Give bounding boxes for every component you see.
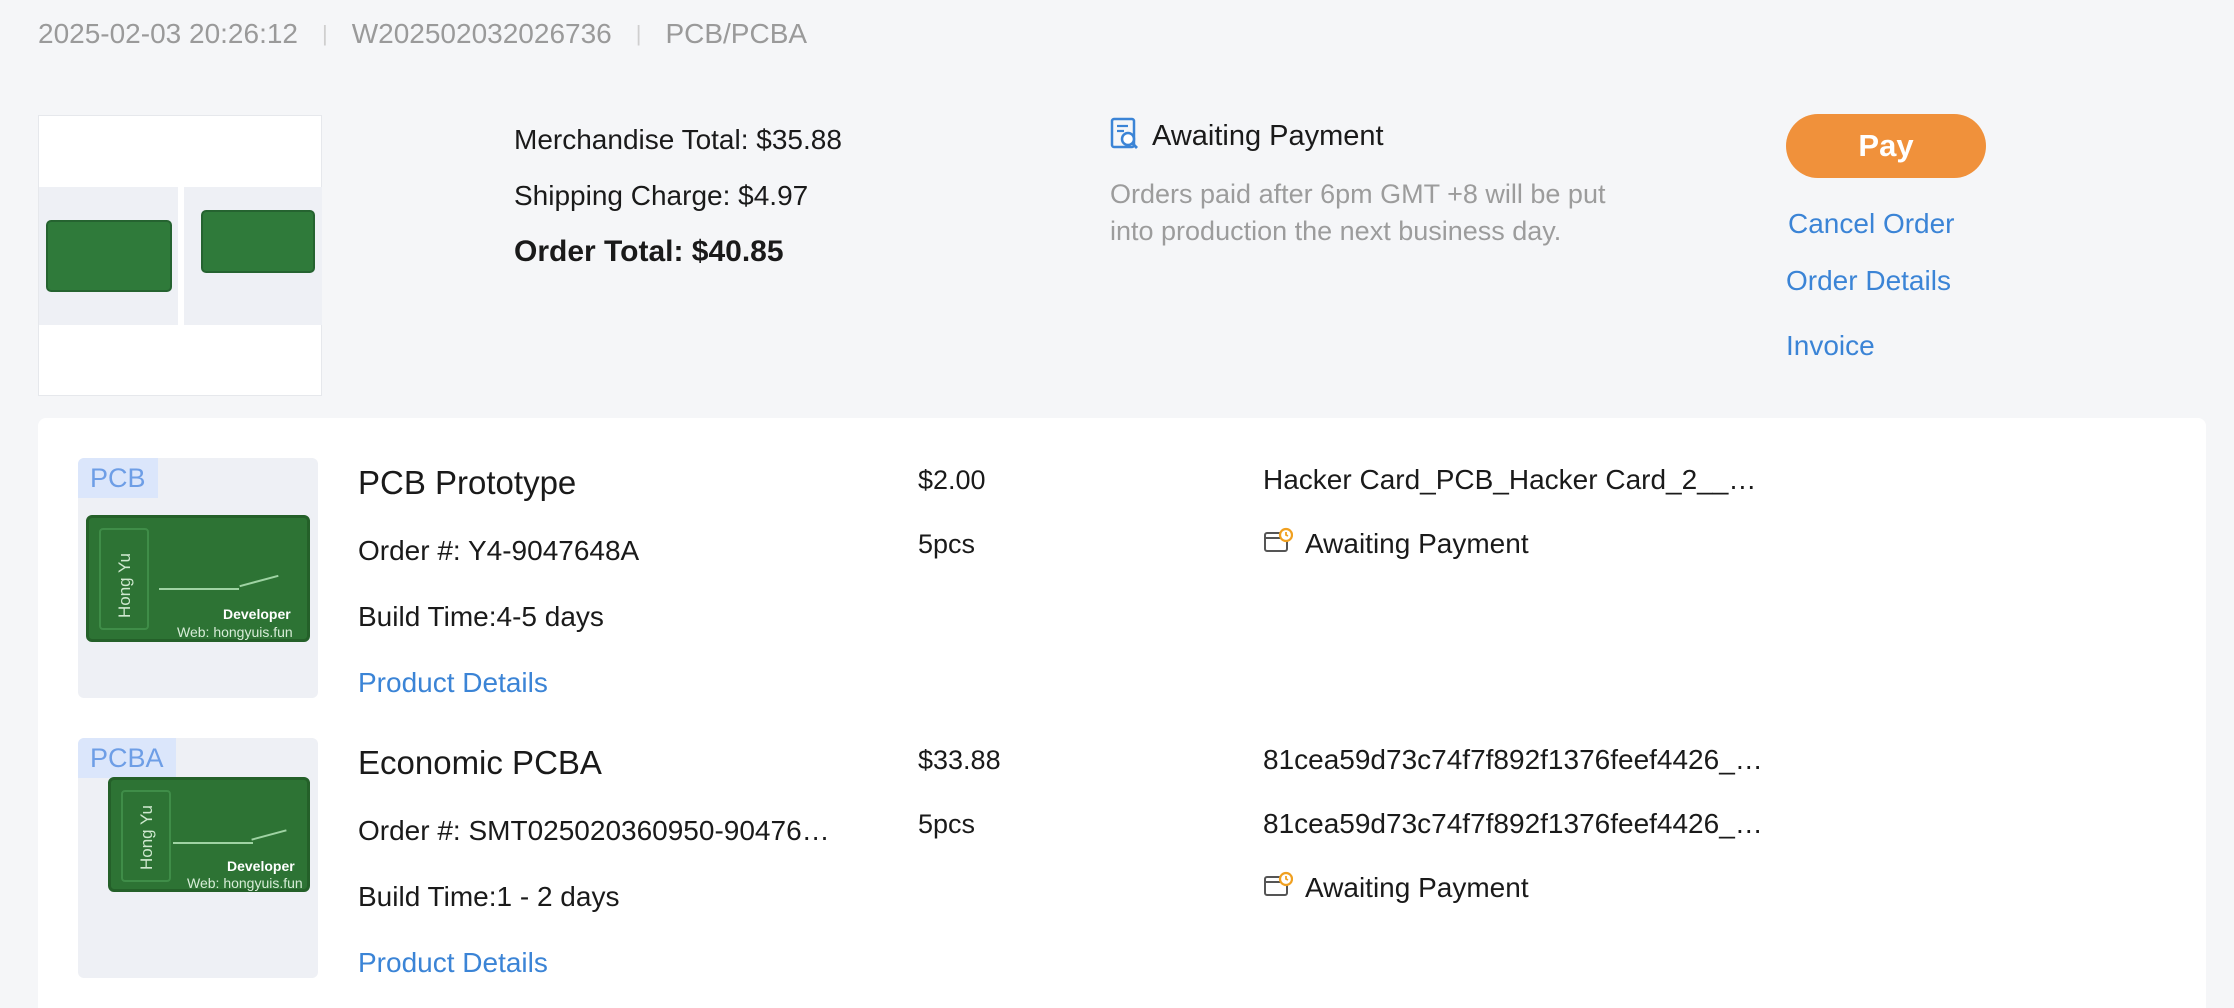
item-order-number: Order #: Y4-9047648A: [358, 535, 640, 566]
order-items-card: PCB Hong Yu Developer Web: hongyuis.fun …: [38, 418, 2206, 1008]
item-thumbnail[interactable]: PCB Hong Yu Developer Web: hongyuis.fun: [78, 458, 318, 698]
item-status: Awaiting Payment: [1263, 866, 1783, 910]
item-info: Economic PCBA Order #: SMT025020360950-9…: [358, 738, 858, 986]
header-divider: |: [635, 21, 642, 46]
pcba-mini-image: [201, 210, 315, 273]
product-details-link[interactable]: Product Details: [358, 940, 858, 986]
pcba-board-image: Hong Yu Developer Web: hongyuis.fun: [108, 777, 310, 892]
merchandise-total: Merchandise Total: $35.88: [514, 124, 842, 155]
header-divider: |: [322, 21, 328, 46]
production-note: Orders paid after 6pm GMT +8 will be put…: [1110, 179, 1606, 246]
item-quantity: 5pcs: [918, 529, 976, 559]
item-status-label: Awaiting Payment: [1305, 872, 1529, 903]
item-quantity: 5pcs: [918, 809, 976, 839]
pcb-board-image: Hong Yu Developer Web: hongyuis.fun: [86, 515, 310, 642]
item-build-time: Build Time:1 - 2 days: [358, 881, 620, 912]
product-details-link[interactable]: Product Details: [358, 660, 858, 706]
wallet-clock-icon: [1263, 871, 1294, 906]
cancel-order-link[interactable]: Cancel Order: [1788, 208, 1955, 240]
item-order-number: Order #: SMT025020360950-90476…: [358, 815, 830, 846]
order-id: W202502032026736: [351, 18, 612, 49]
item-pricing: $2.00 5pcs: [918, 458, 1118, 586]
pay-button[interactable]: Pay: [1786, 114, 1986, 178]
item-file-name[interactable]: 81cea59d73c74f7f892f1376feef4426_…: [1263, 738, 1783, 782]
item-type-tag: PCBA: [78, 738, 176, 778]
order-status: Awaiting Payment Orders paid after 6pm G…: [1110, 114, 1630, 250]
item-file-name[interactable]: 81cea59d73c74f7f892f1376feef4426_…: [1263, 802, 1783, 846]
item-status-label: Awaiting Payment: [1305, 528, 1529, 559]
shipping-charge: Shipping Charge: $4.97: [514, 180, 809, 211]
item-files-status: 81cea59d73c74f7f892f1376feef4426_… 81cea…: [1263, 738, 1783, 910]
invoice-link[interactable]: Invoice: [1786, 330, 1875, 362]
order-thumbnail-gallery[interactable]: [38, 115, 322, 396]
item-price: $33.88: [918, 745, 1001, 775]
order-category: PCB/PCBA: [665, 18, 808, 49]
item-status: Awaiting Payment: [1263, 522, 1783, 566]
item-thumbnail[interactable]: PCBA Hong Yu Developer Web: hongyuis.fun: [78, 738, 318, 978]
item-info: PCB Prototype Order #: Y4-9047648A Build…: [358, 458, 858, 706]
order-actions: Pay Cancel Order Order Details Invoice: [1786, 114, 2006, 361]
item-build-time: Build Time:4-5 days: [358, 601, 604, 632]
item-title: PCB Prototype: [358, 464, 577, 501]
order-datetime: 2025-02-03 20:26:12: [38, 18, 298, 49]
order-page: 2025-02-03 20:26:12 | W202502032026736 |…: [0, 0, 2234, 1008]
item-price: $2.00: [918, 465, 986, 495]
order-totals: Merchandise Total: $35.88 Shipping Charg…: [514, 112, 842, 280]
wallet-clock-icon: [1263, 527, 1294, 562]
item-file-name[interactable]: Hacker Card_PCB_Hacker Card_2__…: [1263, 458, 1783, 502]
item-type-tag: PCB: [78, 458, 158, 498]
thumbnail-pcb: [39, 187, 178, 325]
item-files-status: Hacker Card_PCB_Hacker Card_2__… Awaitin…: [1263, 458, 1783, 566]
order-header: 2025-02-03 20:26:12 | W202502032026736 |…: [38, 14, 807, 54]
item-pricing: $33.88 5pcs: [918, 738, 1118, 866]
pcb-mini-image: [46, 220, 172, 292]
order-status-label: Awaiting Payment: [1152, 119, 1384, 152]
item-title: Economic PCBA: [358, 744, 602, 781]
search-document-icon: [1110, 117, 1140, 156]
order-total: Order Total: $40.85: [514, 235, 784, 268]
thumbnail-pcba: [184, 187, 322, 325]
order-details-link[interactable]: Order Details: [1786, 265, 1951, 297]
